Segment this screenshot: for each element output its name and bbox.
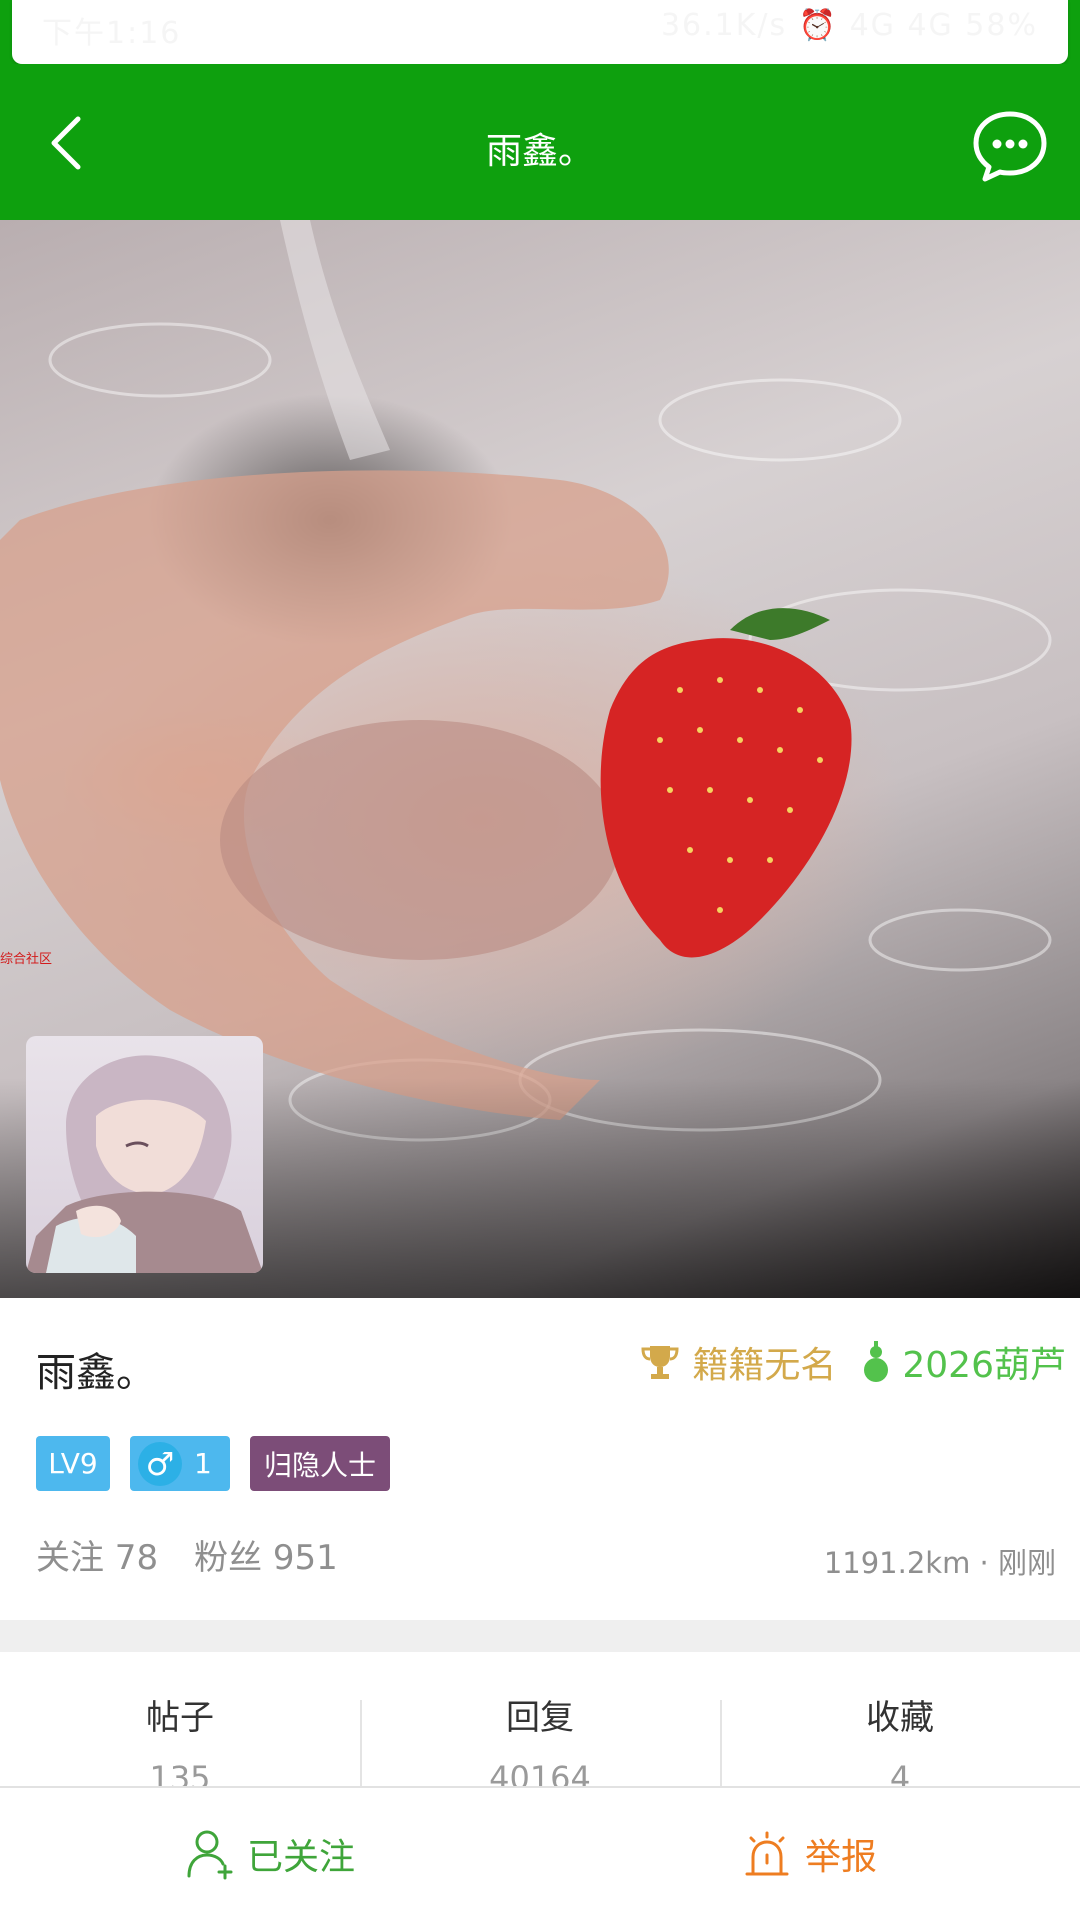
chat-bubble-icon <box>973 111 1047 182</box>
bottom-action-bar: 已关注 举报 <box>0 1786 1080 1920</box>
trophy-icon <box>641 1346 679 1379</box>
alarm-icon <box>745 1831 789 1876</box>
tab-label: 回复 <box>506 1698 574 1738</box>
tab-replies[interactable]: 回复 40164 <box>360 1652 720 1797</box>
status-indicators: 36.1K/s ⏰ 4G 4G 58% <box>660 8 1038 43</box>
tab-label: 收藏 <box>866 1698 934 1738</box>
tab-posts[interactable]: 帖子 135 <box>0 1652 360 1797</box>
badge-row: LV9 ♂ 1 归隐人士 <box>36 1436 391 1491</box>
follow-button-label: 已关注 <box>246 1837 355 1878</box>
distance-info: 1191.2km · 刚刚 <box>823 1546 1056 1580</box>
watermark-text: 综合社区 <box>0 952 53 967</box>
rank-badge: 归隐人士 <box>250 1436 391 1491</box>
gender-symbol: ♂ <box>145 1444 175 1483</box>
page-title: 雨鑫。 <box>485 131 594 172</box>
content-tabs: 帖子 135 回复 40164 收藏 4 <box>0 1652 1080 1797</box>
gender-badge: ♂ 1 <box>130 1436 230 1491</box>
section-divider <box>0 1620 1080 1652</box>
cover-image: 综合社区 <box>0 220 1080 1298</box>
avatar[interactable] <box>26 1036 263 1273</box>
gourd-count: 2026葫芦 <box>902 1345 1066 1386</box>
message-button[interactable] <box>970 108 1050 184</box>
honor-row: 籍籍无名 2026葫芦 <box>640 1336 1066 1388</box>
honor-title: 籍籍无名 <box>692 1345 837 1386</box>
status-time: 下午1:16 <box>42 16 182 51</box>
notification-card[interactable]: 下午1:16 36.1K/s ⏰ 4G 4G 58% <box>12 0 1068 64</box>
avatar-illustration <box>26 1055 263 1273</box>
status-bar: 下午1:16 36.1K/s ⏰ 4G 4G 58% <box>0 0 1080 68</box>
level-badge: LV9 <box>36 1436 110 1491</box>
top-header: 雨鑫。 <box>0 64 1080 220</box>
follow-button[interactable]: 已关注 <box>0 1788 540 1920</box>
male-icon: ♂ <box>138 1441 182 1486</box>
fans-count[interactable]: 粉丝 951 <box>194 1530 338 1579</box>
profile-name: 雨鑫。 <box>36 1350 156 1396</box>
tab-label: 帖子 <box>146 1698 214 1738</box>
tab-favorites[interactable]: 收藏 4 <box>720 1652 1080 1797</box>
gender-value: 1 <box>194 1447 212 1480</box>
report-button-label: 举报 <box>804 1837 877 1878</box>
gourd-icon <box>864 1341 889 1382</box>
social-stats: 关注 78 粉丝 951 <box>36 1530 338 1579</box>
report-button[interactable]: 举报 <box>540 1788 1080 1920</box>
following-count[interactable]: 关注 78 <box>36 1530 158 1579</box>
user-add-icon <box>187 1830 233 1880</box>
